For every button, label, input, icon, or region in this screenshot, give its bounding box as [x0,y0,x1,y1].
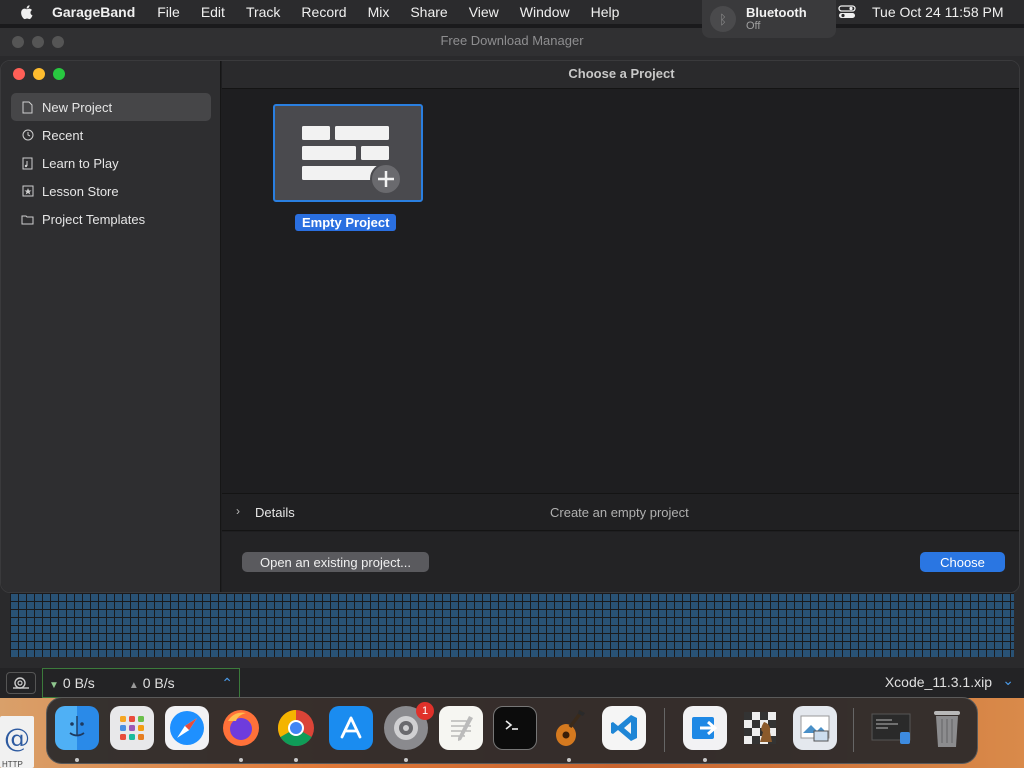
sidebar-item-label: Project Templates [42,211,146,227]
fdm-minimize-button[interactable] [32,36,44,48]
system-preferences-icon[interactable]: 1 [384,702,434,750]
chrome-icon[interactable] [274,706,318,750]
zoom-button[interactable] [53,68,65,80]
bluetooth-status: Off [746,20,761,32]
download-arrow-icon: ▼ [49,680,59,691]
menu-bar: GarageBand File Edit Track Record Mix Sh… [0,0,1024,24]
apple-menu-icon[interactable] [18,3,36,21]
dock-separator [853,708,854,752]
sidebar-item-project-templates[interactable]: Project Templates [11,205,211,233]
preview-icon[interactable] [793,706,837,750]
minimize-button[interactable] [33,68,45,80]
textedit-icon[interactable] [439,706,483,750]
menu-app-name[interactable]: GarageBand [52,4,135,20]
current-download-name[interactable]: Xcode_11.3.1.xip [885,674,992,690]
notification-badge: 1 [416,702,434,720]
dialog-header: Choose a Project [222,61,1019,89]
running-indicator [703,758,707,762]
menu-window[interactable]: Window [520,4,570,20]
finder-icon[interactable] [55,706,99,750]
sidebar-item-new-project[interactable]: New Project [11,93,211,121]
garageband-project-dialog: New Project Recent Learn to Play Lesson … [0,60,1020,593]
fdm-window-title: Free Download Manager [440,33,584,48]
control-center-icon[interactable] [838,4,856,20]
sidebar: New Project Recent Learn to Play Lesson … [1,61,221,592]
star-icon [21,185,34,198]
choose-button[interactable]: Choose [920,552,1005,572]
window-controls [13,68,65,80]
running-indicator [567,758,571,762]
speed-indicator[interactable]: ▼ 0 B/s ▲ 0 B/s ⌃ [42,668,240,698]
app-store-icon[interactable] [329,706,373,750]
firefox-icon[interactable] [219,706,263,750]
sidebar-item-label: Learn to Play [42,155,119,171]
empty-project-icon [302,126,402,195]
upload-arrow-icon: ▲ [128,680,139,691]
sidebar-item-label: Recent [42,127,84,143]
dialog-footer: Open an existing project... Choose [222,532,1019,592]
upload-speed: ▲ 0 B/s [128,675,175,691]
document-icon [21,101,34,114]
running-indicator [239,758,243,762]
details-disclosure[interactable]: › Details Create an empty project [222,493,1019,531]
bluetooth-title: Bluetooth [746,5,807,20]
menu-edit[interactable]: Edit [201,4,225,20]
garageband-icon[interactable] [547,706,591,750]
fdm-titlebar[interactable]: Free Download Manager [0,28,1024,56]
safari-icon[interactable] [165,706,209,750]
empty-project-label[interactable]: Empty Project [295,214,397,231]
menu-bar-clock[interactable]: Tue Oct 24 11:58 PM [872,4,1004,20]
snail-icon [13,677,29,689]
open-existing-project-button[interactable]: Open an existing project... [242,552,429,572]
menu-mix[interactable]: Mix [368,4,390,20]
details-description: Create an empty project [550,505,689,520]
clock-icon [21,129,34,142]
running-indicator [294,758,298,762]
sidebar-list: New Project Recent Learn to Play Lesson … [11,93,211,233]
launchpad-icon[interactable] [110,706,154,750]
chevron-up-icon[interactable]: ⌃ [221,675,233,692]
fdm-icon[interactable] [683,706,727,750]
running-indicator [75,758,79,762]
music-book-icon [21,157,34,170]
terminal-icon[interactable] [493,706,537,750]
dock: 1 [46,697,978,764]
chess-icon[interactable] [738,706,782,750]
menu-help[interactable]: Help [591,4,620,20]
chevron-right-icon[interactable]: › [236,504,240,518]
download-progress-grid [10,593,1014,657]
running-indicator [404,758,408,762]
dock-separator [664,708,665,752]
download-progress-fill [10,593,1014,657]
sidebar-item-label: New Project [42,99,113,115]
sidebar-item-learn-to-play[interactable]: Learn to Play [11,149,211,177]
download-speed: ▼ 0 B/s [49,675,95,691]
fdm-zoom-button[interactable] [52,36,64,48]
details-label: Details [255,505,295,520]
fdm-close-button[interactable] [12,36,24,48]
vscode-icon[interactable] [602,706,646,750]
empty-project-tile[interactable] [273,104,423,202]
menu-track[interactable]: Track [246,4,280,20]
snail-mode-button[interactable] [6,672,36,694]
menu-record[interactable]: Record [301,4,346,20]
menu-file[interactable]: File [157,4,180,20]
desktop-file-label: HTTP [2,760,23,768]
fdm-statusbar: ▼ 0 B/s ▲ 0 B/s ⌃ Xcode_11.3.1.xip ⌄ [0,668,1024,698]
bluetooth-icon: ᛒ [710,6,736,32]
menu-view[interactable]: View [469,4,499,20]
sidebar-item-label: Lesson Store [42,183,119,199]
fdm-window-controls [12,36,64,48]
trash-icon[interactable] [925,706,969,750]
main-panel: Choose a Project Empty Project › Details… [222,61,1019,592]
menu-share[interactable]: Share [410,4,447,20]
folder-icon [21,213,34,226]
bluetooth-status-popup[interactable]: ᛒ Bluetooth Off [702,0,836,38]
screenshot-icon[interactable] [869,706,913,750]
close-button[interactable] [13,68,25,80]
sidebar-item-lesson-store[interactable]: Lesson Store [11,177,211,205]
chevron-down-icon[interactable]: ⌄ [1002,672,1014,689]
sidebar-item-recent[interactable]: Recent [11,121,211,149]
